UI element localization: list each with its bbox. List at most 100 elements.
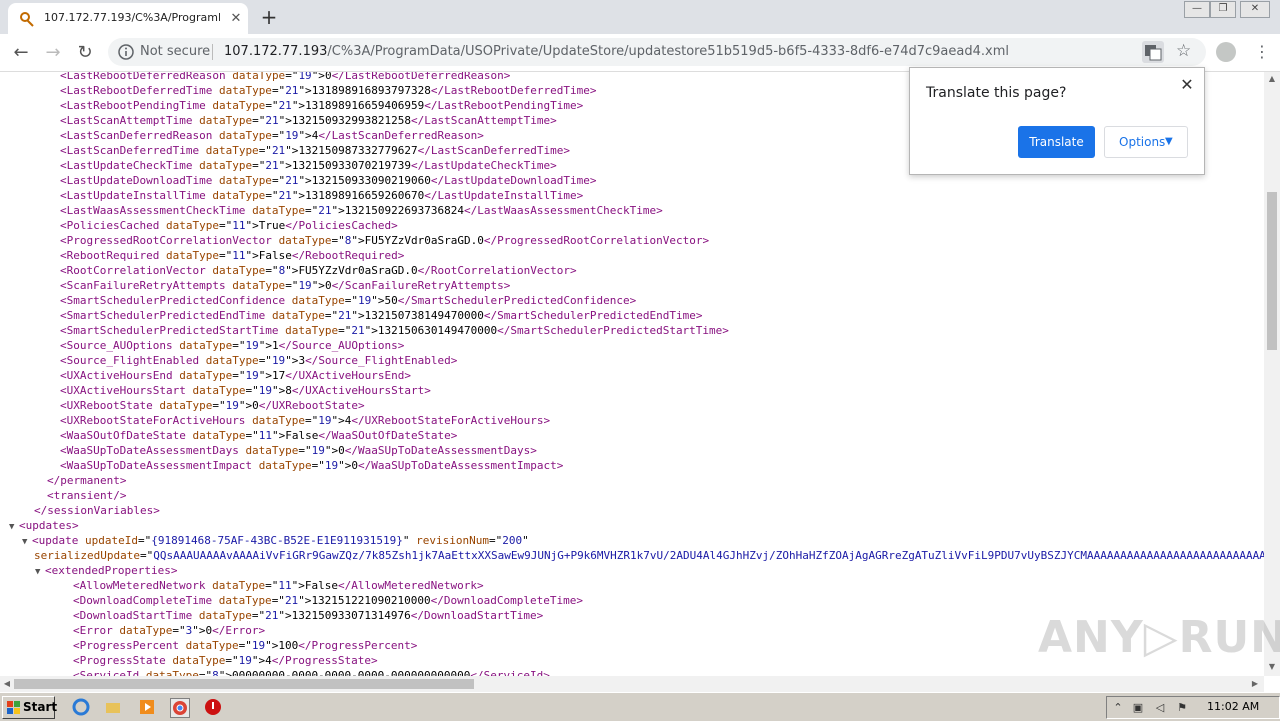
xml-tag: </permanent>: [47, 474, 127, 487]
start-button[interactable]: Start: [2, 696, 58, 719]
xml-close-tag-name: Source_AUOptions: [291, 339, 398, 352]
xml-value: False: [285, 429, 319, 442]
xml-close-tag-name: ProgressPercent: [311, 639, 411, 652]
folder-icon[interactable]: [104, 698, 122, 716]
xml-value: FU5YZzVdr0aSraGD.0: [364, 234, 484, 247]
xml-line: <LastRebootDeferredTime dataType="21">13…: [60, 84, 597, 97]
xml-line: <LastUpdateDownloadTime dataType="21">13…: [60, 174, 597, 187]
back-button[interactable]: ←: [10, 42, 32, 64]
chrome-icon[interactable]: [170, 698, 190, 718]
xml-line: <LastUpdateInstallTime dataType="21">131…: [60, 189, 584, 202]
address-bar[interactable]: Not secure 107.172.77.193/C%3A/ProgramDa…: [108, 38, 1206, 66]
url-text[interactable]: 107.172.77.193/C%3A/ProgramData/USOPriva…: [224, 44, 1009, 59]
xml-close-tag-name: LastRebootPendingTime: [437, 99, 577, 112]
tab-close-icon[interactable]: ✕: [228, 11, 244, 27]
xml-tag: <updates>: [19, 519, 79, 532]
xml-line[interactable]: ▼ <extendedProperties>: [35, 563, 177, 578]
ie-icon[interactable]: [72, 698, 90, 716]
xml-line: <UXActiveHoursEnd dataType="19">17</UXAc…: [60, 369, 412, 382]
xml-line: <LastRebootDeferredReason dataType="19">…: [60, 72, 510, 83]
bookmark-star-icon[interactable]: ☆: [1176, 41, 1191, 61]
xml-close-tag-name: ServiceId: [483, 669, 544, 676]
data-type: 19: [251, 639, 266, 652]
security-label[interactable]: Not secure: [140, 44, 210, 59]
xml-value: 132150932993821258: [291, 114, 412, 127]
collapse-triangle-icon[interactable]: ▼: [9, 520, 19, 535]
data-type: 19: [245, 339, 259, 352]
data-type: 19: [225, 399, 239, 412]
chevron-down-icon: ▼: [1165, 136, 1173, 147]
scroll-left-arrow-icon[interactable]: ◀: [0, 676, 14, 692]
minimize-button[interactable]: —: [1184, 1, 1210, 18]
xml-tag-name: LastUpdateInstallTime: [66, 189, 206, 202]
volume-icon[interactable]: ◁: [1153, 701, 1167, 715]
xml-tag-name: LastUpdateDownloadTime: [66, 174, 213, 187]
forward-button[interactable]: →: [42, 42, 64, 64]
scroll-up-arrow-icon[interactable]: ▲: [1264, 72, 1280, 86]
stop-icon[interactable]: [204, 698, 222, 716]
vertical-scrollbar[interactable]: ▲ ▼: [1264, 72, 1280, 676]
scroll-right-arrow-icon[interactable]: ▶: [1248, 676, 1262, 692]
translate-close-icon[interactable]: ✕: [1178, 76, 1196, 94]
xml-line: <ServiceId dataType="8">00000000-0000-00…: [73, 668, 550, 676]
xml-close-tag-name: UXActiveHoursEnd: [298, 369, 405, 382]
network-icon[interactable]: ▣: [1131, 701, 1145, 715]
xml-tag-name: PoliciesCached: [66, 219, 160, 232]
xml-line: <PoliciesCached dataType="11">True</Poli…: [60, 219, 398, 232]
xml-line: <Source_FlightEnabled dataType="19">3</S…: [60, 354, 458, 367]
translate-popup: Translate this page? ✕ Translate Options…: [909, 67, 1205, 175]
xml-tag-name: WaaSOutOfDateState: [66, 429, 186, 442]
maximize-button[interactable]: ❐: [1210, 1, 1236, 18]
xml-line: <LastScanDeferredReason dataType="19">4<…: [60, 129, 484, 142]
action-center-flag-icon[interactable]: ⚑: [1175, 701, 1189, 715]
xml-close-tag-name: DownloadStartTime: [424, 609, 537, 622]
xml-value: 132150922693736824: [344, 204, 465, 217]
xml-close-tag-name: LastRebootDeferredTime: [444, 84, 590, 97]
vertical-scroll-thumb[interactable]: [1267, 192, 1277, 350]
profile-avatar-icon[interactable]: [1216, 42, 1236, 62]
xml-tag-name: LastScanDeferredTime: [66, 144, 200, 157]
collapse-triangle-icon[interactable]: ▼: [22, 535, 32, 550]
xml-value: 100: [278, 639, 299, 652]
browser-menu-icon[interactable]: ⋮: [1254, 42, 1270, 64]
data-type: 21: [278, 99, 292, 112]
xml-close-tag-name: LastScanAttemptTime: [424, 114, 551, 127]
xml-line: </sessionVariables>: [34, 503, 160, 518]
xml-close-tag-name: AllowMeteredNetwork: [351, 579, 478, 592]
media-player-icon[interactable]: [138, 698, 156, 716]
options-dropdown[interactable]: Options ▼: [1104, 126, 1188, 158]
info-icon[interactable]: [118, 44, 134, 60]
reload-button[interactable]: ↻: [74, 42, 96, 64]
xml-close-tag-name: Source_FlightEnabled: [318, 354, 451, 367]
xml-tag-name: RootCorrelationVector: [66, 264, 206, 277]
xml-value: 0: [324, 72, 332, 82]
start-label: Start: [23, 700, 58, 714]
translate-button[interactable]: Translate: [1018, 126, 1095, 158]
tab-title: 107.172.77.193/C%3A/ProgramDat: [44, 11, 220, 24]
xml-line[interactable]: ▼ <update updateId="{91891468-75AF-43BC-B…: [22, 533, 529, 548]
xml-close-tag-name: SmartSchedulerPredictedStartTime: [510, 324, 723, 337]
translate-icon[interactable]: [1142, 41, 1164, 63]
collapse-triangle-icon[interactable]: ▼: [35, 565, 45, 580]
window-close-button[interactable]: ✕: [1240, 1, 1270, 18]
xml-tag-name: LastScanDeferredReason: [66, 129, 213, 142]
xml-line[interactable]: ▼ <updates>: [9, 518, 79, 533]
data-type: 21: [265, 159, 279, 172]
xml-tag-name: ProgressState: [79, 654, 166, 667]
url-path: /C%3A/ProgramData/USOPrivate/UpdateStore…: [327, 44, 1009, 59]
xml-value: 132150933070219739: [291, 159, 412, 172]
browser-tab[interactable]: 107.172.77.193/C%3A/ProgramDat ✕: [8, 3, 248, 34]
tray-expand-icon[interactable]: ⌃: [1111, 701, 1125, 715]
xml-value: 132151221090210000: [311, 594, 431, 607]
horizontal-scrollbar[interactable]: ◀ ▶: [0, 676, 1264, 692]
new-tab-button[interactable]: +: [258, 6, 280, 28]
xml-tag-name: RebootRequired: [66, 249, 160, 262]
horizontal-scroll-thumb[interactable]: [14, 679, 474, 689]
xml-tag: </sessionVariables>: [34, 504, 160, 517]
xml-tag: <transient/>: [47, 489, 127, 502]
xml-value: 131898916659406959: [305, 99, 425, 112]
xml-value: 17: [271, 369, 286, 382]
xml-value: False: [304, 579, 338, 592]
xml-value: 132150933090219060: [311, 174, 431, 187]
xml-close-tag-name: LastUpdateDownloadTime: [444, 174, 590, 187]
